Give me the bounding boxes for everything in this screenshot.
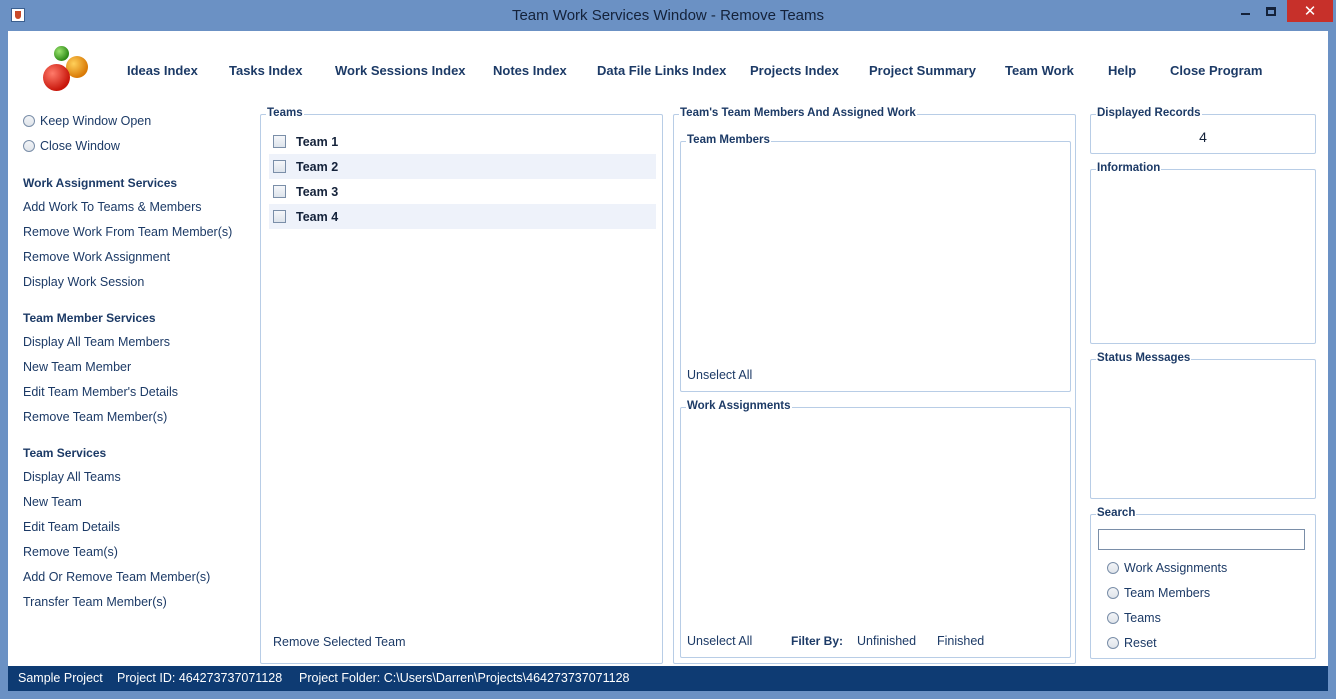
team-services-header: Team Services (23, 446, 107, 460)
team-name: Team 3 (296, 184, 339, 199)
radio-circle (23, 115, 35, 127)
close-window-label: Close Window (40, 139, 120, 153)
search-reset-radio[interactable]: Reset (1107, 636, 1157, 650)
team-checkbox[interactable] (273, 210, 286, 223)
add-work-to-teams-link[interactable]: Add Work To Teams & Members (23, 200, 202, 214)
search-option-label: Teams (1124, 611, 1161, 625)
team-row[interactable]: Team 1 (269, 129, 656, 154)
filter-by-label: Filter By: (791, 634, 844, 648)
display-all-team-members-link[interactable]: Display All Team Members (23, 335, 170, 349)
search-title: Search (1096, 507, 1137, 519)
team-member-services-header: Team Member Services (23, 311, 156, 325)
displayed-records-panel: Displayed Records 4 (1090, 107, 1316, 154)
maximize-button[interactable] (1258, 0, 1284, 22)
search-option-label: Work Assignments (1124, 561, 1228, 575)
logo-red-ball (43, 64, 70, 91)
remove-team-members-link[interactable]: Remove Team Member(s) (23, 410, 167, 424)
menu-data-file-links-index[interactable]: Data File Links Index (597, 63, 726, 78)
work-assignment-services-header: Work Assignment Services (23, 176, 178, 190)
displayed-records-title: Displayed Records (1096, 107, 1202, 119)
window-client-area: Ideas Index Tasks Index Work Sessions In… (8, 31, 1328, 666)
teams-panel-title: Teams (266, 107, 304, 119)
team-members-unselect-all-button[interactable]: Unselect All (687, 368, 752, 382)
window-bottom-border (0, 691, 1336, 699)
work-assignments-panel: Work Assignments Unselect All Filter By:… (680, 400, 1071, 658)
display-work-session-link[interactable]: Display Work Session (23, 275, 144, 289)
maximize-icon (1266, 6, 1276, 16)
displayed-records-count: 4 (1199, 129, 1207, 145)
logo-green-ball (54, 46, 69, 61)
team-checkbox[interactable] (273, 185, 286, 198)
information-title: Information (1096, 162, 1162, 174)
search-work-assignments-radio[interactable]: Work Assignments (1107, 561, 1227, 575)
team-members-and-work-title: Team's Team Members And Assigned Work (679, 107, 917, 119)
keep-window-open-radio[interactable]: Keep Window Open (23, 114, 151, 128)
filter-finished-button[interactable]: Finished (937, 634, 984, 648)
team-row[interactable]: Team 3 (269, 179, 656, 204)
close-icon: ✕ (1303, 3, 1317, 20)
radio-circle (1107, 562, 1119, 574)
close-button[interactable]: ✕ (1287, 0, 1333, 22)
menu-tasks-index[interactable]: Tasks Index (229, 63, 302, 78)
display-all-teams-link[interactable]: Display All Teams (23, 470, 121, 484)
transfer-team-members-link[interactable]: Transfer Team Member(s) (23, 595, 167, 609)
edit-team-details-link[interactable]: Edit Team Details (23, 520, 120, 534)
menu-work-sessions-index[interactable]: Work Sessions Index (335, 63, 466, 78)
menu-team-work[interactable]: Team Work (1005, 63, 1074, 78)
search-input[interactable] (1098, 529, 1305, 550)
menu-project-summary[interactable]: Project Summary (869, 63, 976, 78)
search-team-members-radio[interactable]: Team Members (1107, 586, 1210, 600)
remove-selected-team-button[interactable]: Remove Selected Team (273, 635, 405, 649)
menu-close-program[interactable]: Close Program (1170, 63, 1262, 78)
radio-circle (1107, 612, 1119, 624)
app-logo (43, 45, 93, 95)
status-bar: Sample Project Project ID: 4642737370711… (8, 666, 1328, 691)
radio-circle (23, 140, 35, 152)
edit-team-member-details-link[interactable]: Edit Team Member's Details (23, 385, 178, 399)
search-teams-radio[interactable]: Teams (1107, 611, 1161, 625)
team-row[interactable]: Team 2 (269, 154, 656, 179)
menu-projects-index[interactable]: Projects Index (750, 63, 839, 78)
status-project-name: Sample Project (18, 671, 103, 685)
team-members-and-work-panel: Team's Team Members And Assigned Work Te… (673, 107, 1076, 664)
window-title: Team Work Services Window - Remove Teams (511, 7, 825, 24)
team-row[interactable]: Team 4 (269, 204, 656, 229)
filter-unfinished-button[interactable]: Unfinished (857, 634, 916, 648)
team-members-panel-title: Team Members (686, 134, 771, 146)
close-window-radio[interactable]: Close Window (23, 139, 120, 153)
radio-circle (1107, 587, 1119, 599)
keep-window-open-label: Keep Window Open (40, 114, 152, 128)
search-option-label: Team Members (1124, 586, 1211, 600)
status-messages-panel: Status Messages (1090, 352, 1316, 499)
team-members-panel: Team Members Unselect All (680, 134, 1071, 392)
minimize-button[interactable] (1232, 0, 1258, 22)
work-assignments-panel-title: Work Assignments (686, 400, 792, 412)
minimize-icon (1240, 13, 1250, 15)
search-panel: Search Work Assignments Team Members Tea… (1090, 507, 1316, 659)
new-team-link[interactable]: New Team (23, 495, 82, 509)
remove-work-from-member-link[interactable]: Remove Work From Team Member(s) (23, 225, 232, 239)
team-name: Team 4 (296, 209, 339, 224)
information-panel: Information (1090, 162, 1316, 344)
team-checkbox[interactable] (273, 160, 286, 173)
work-assignments-unselect-all-button[interactable]: Unselect All (687, 634, 752, 648)
menu-notes-index[interactable]: Notes Index (493, 63, 567, 78)
search-option-label: Reset (1124, 636, 1157, 650)
new-team-member-link[interactable]: New Team Member (23, 360, 131, 374)
teams-panel: Teams Team 1 Team 2 Team 3 Team 4 Remove… (260, 107, 663, 664)
menu-help[interactable]: Help (1108, 63, 1136, 78)
team-name: Team 2 (296, 159, 339, 174)
team-checkbox[interactable] (273, 135, 286, 148)
status-project-folder: Project Folder: C:\Users\Darren\Projects… (299, 671, 630, 685)
menu-ideas-index[interactable]: Ideas Index (127, 63, 198, 78)
status-project-id: Project ID: 464273737071128 (117, 671, 283, 685)
remove-work-assignment-link[interactable]: Remove Work Assignment (23, 250, 170, 264)
add-or-remove-team-members-link[interactable]: Add Or Remove Team Member(s) (23, 570, 210, 584)
team-name: Team 1 (296, 134, 339, 149)
status-messages-title: Status Messages (1096, 352, 1192, 364)
title-bar[interactable]: Team Work Services Window - Remove Teams… (0, 0, 1336, 31)
radio-circle (1107, 637, 1119, 649)
remove-teams-link[interactable]: Remove Team(s) (23, 545, 118, 559)
